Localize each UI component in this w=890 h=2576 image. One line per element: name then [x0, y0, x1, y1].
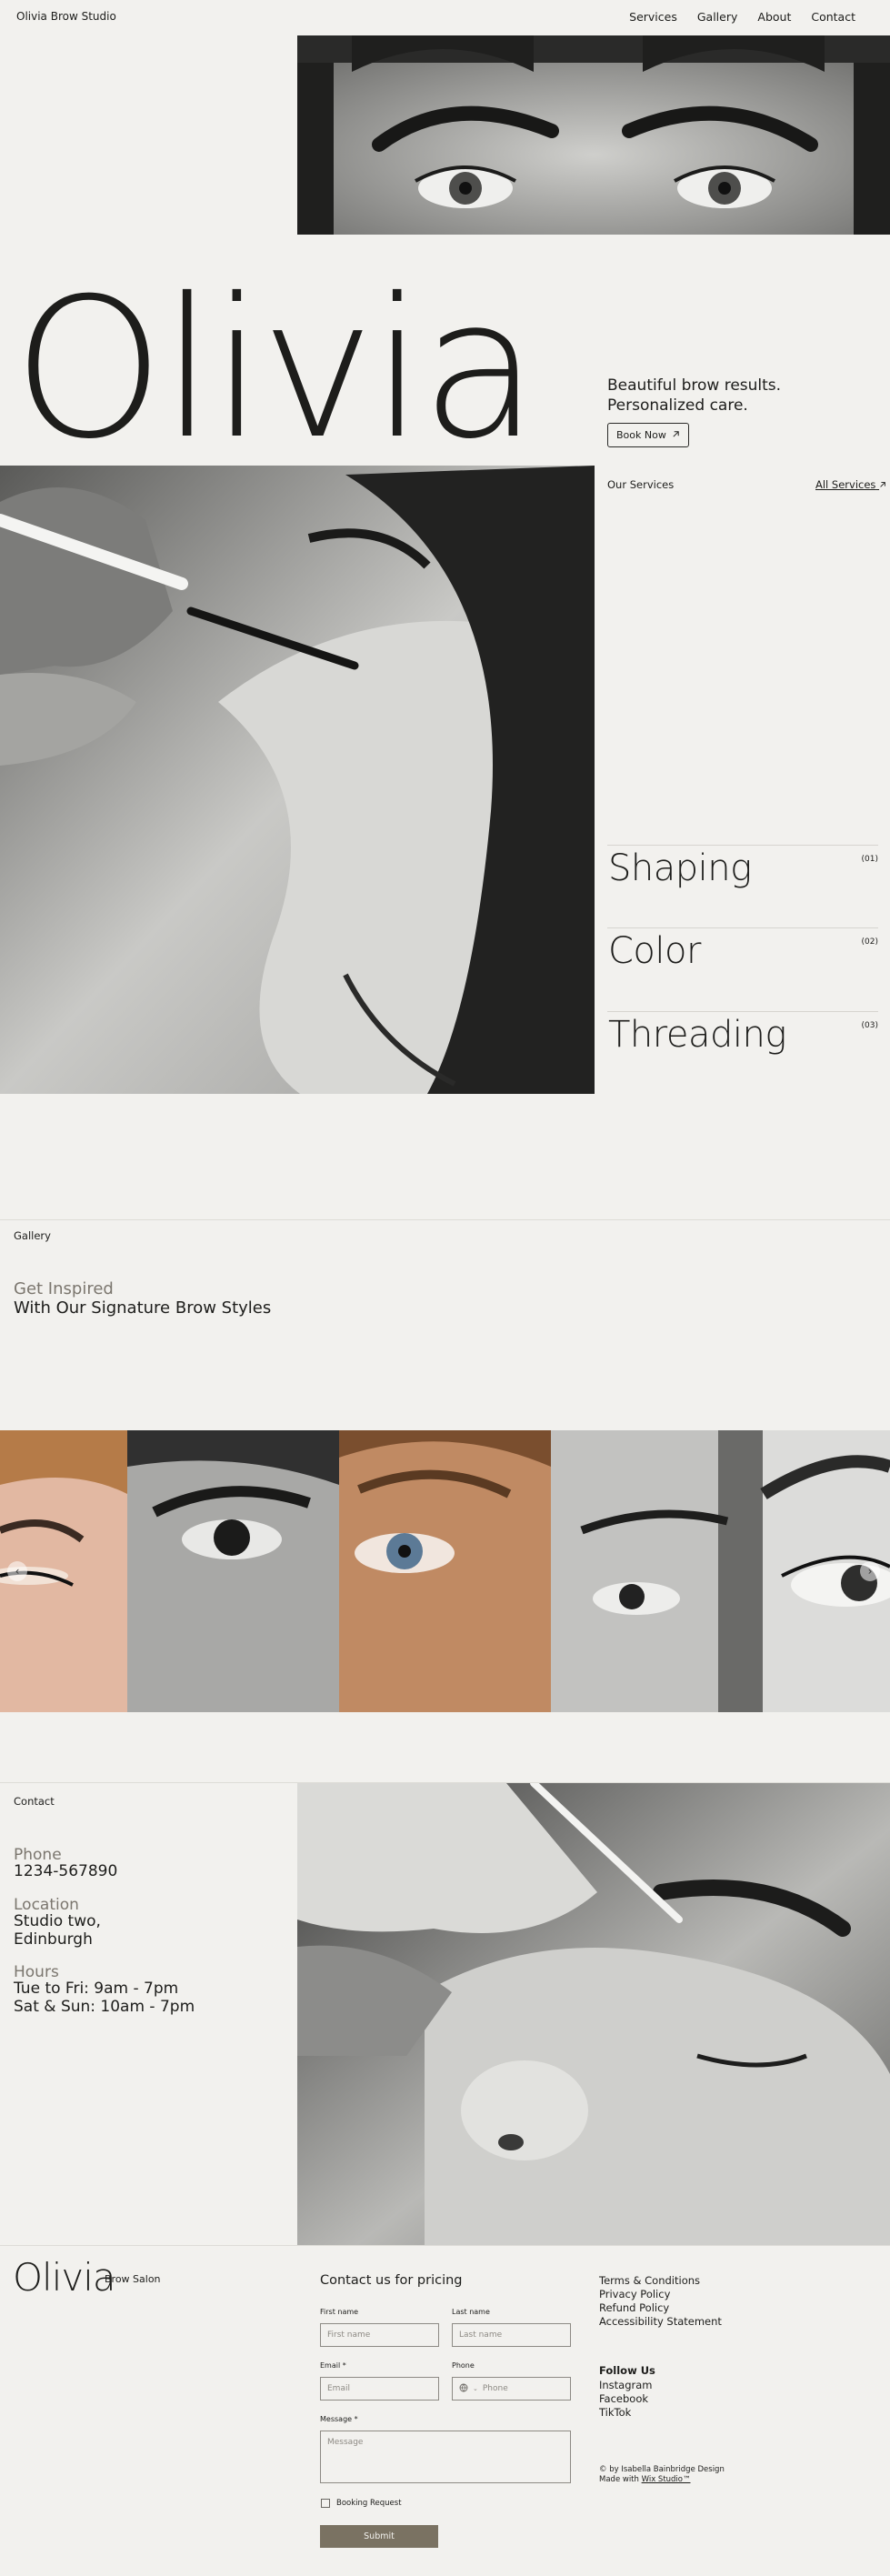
last-name-field[interactable]: Last name [452, 2323, 571, 2347]
tagline-line-1: Beautiful brow results. [607, 376, 782, 395]
service-name: Color [608, 930, 701, 972]
phone-value[interactable]: 1234-567890 [14, 1862, 117, 1881]
service-number: (01) [861, 855, 878, 864]
service-number: (03) [861, 1021, 878, 1030]
message-field[interactable]: Message [320, 2431, 571, 2483]
wix-studio-link[interactable]: Wix Studio™ [642, 2475, 691, 2484]
gallery-heading-muted: Get Inspired [14, 1279, 114, 1298]
contact-form-title: Contact us for pricing [320, 2273, 463, 2288]
hours-label: Hours [14, 1963, 59, 1981]
book-now-button[interactable]: Book Now [607, 423, 689, 447]
brand-name[interactable]: Olivia Brow Studio [16, 10, 116, 23]
gallery-images [0, 1430, 890, 1712]
credit-line: © by Isabella Bainbridge Design [599, 2465, 725, 2474]
arrow-up-right-icon [672, 429, 680, 441]
first-name-field[interactable]: First name [320, 2323, 439, 2347]
chevron-right-icon: › [867, 1565, 873, 1578]
section-divider [0, 1219, 890, 1220]
gallery-next-button[interactable]: › [860, 1561, 880, 1581]
booking-request-label: Booking Request [336, 2499, 402, 2508]
email-field[interactable]: Email [320, 2377, 439, 2401]
section-divider [0, 2245, 890, 2246]
last-name-label: Last name [452, 2308, 490, 2316]
service-number: (02) [861, 937, 878, 947]
nav-contact[interactable]: Contact [811, 10, 855, 24]
location-line-1: Studio two, [14, 1912, 101, 1930]
gallery-prev-button[interactable]: ‹ [7, 1561, 27, 1581]
chevron-down-icon[interactable]: ⌄ [473, 2385, 478, 2392]
location-label: Location [14, 1896, 79, 1914]
hero-title: Olivia [13, 256, 539, 481]
phone-placeholder: Phone [482, 2384, 508, 2393]
facebook-link[interactable]: Facebook [599, 2392, 653, 2406]
globe-icon[interactable] [459, 2383, 468, 2395]
contact-label: Contact [14, 1795, 55, 1808]
phone-label: Phone [14, 1846, 62, 1864]
hero-tagline: Beautiful brow results. Personalized car… [607, 376, 781, 416]
all-services-link[interactable]: All Services [815, 478, 886, 491]
booking-request-checkbox[interactable] [321, 2499, 330, 2508]
made-with-text: Made with [599, 2475, 639, 2484]
service-item-color[interactable]: Color (02) [607, 927, 878, 1011]
privacy-link[interactable]: Privacy Policy [599, 2288, 722, 2301]
service-item-threading[interactable]: Threading (03) [607, 1011, 878, 1095]
legal-links: Terms & Conditions Privacy Policy Refund… [599, 2274, 722, 2329]
gallery-heading: With Our Signature Brow Styles [14, 1298, 272, 1318]
service-item-shaping[interactable]: Shaping (01) [607, 845, 878, 928]
message-label: Message * [320, 2415, 358, 2423]
service-name: Shaping [608, 847, 752, 889]
hero-eyes-photo [297, 35, 890, 235]
chevron-left-icon: ‹ [15, 1565, 20, 1578]
gallery-strip: ‹ › [0, 1430, 890, 1712]
gallery-label: Gallery [14, 1229, 51, 1242]
tagline-line-2: Personalized care. [607, 396, 748, 415]
footer-logo[interactable]: Olivia [13, 2255, 116, 2300]
treatment-photo [0, 466, 595, 1094]
follow-us-label: Follow Us [599, 2364, 655, 2377]
footer-logo-subtitle: Brow Salon [105, 2273, 161, 2285]
services-label: Our Services [607, 478, 675, 491]
hours-line-1: Tue to Fri: 9am - 7pm [14, 1980, 179, 1998]
submit-button[interactable]: Submit [320, 2525, 438, 2548]
email-label: Email * [320, 2361, 346, 2370]
location-line-2: Edinburgh [14, 1930, 93, 1949]
nav-gallery[interactable]: Gallery [697, 10, 738, 24]
refund-link[interactable]: Refund Policy [599, 2301, 722, 2315]
service-name: Threading [608, 1014, 786, 1056]
terms-link[interactable]: Terms & Conditions [599, 2274, 722, 2288]
phone-field[interactable]: ⌄ Phone [452, 2377, 571, 2401]
nav-about[interactable]: About [757, 10, 791, 24]
instagram-link[interactable]: Instagram [599, 2379, 653, 2392]
first-name-label: First name [320, 2308, 359, 2316]
contact-treatment-photo [297, 1783, 890, 2245]
accessibility-link[interactable]: Accessibility Statement [599, 2315, 722, 2329]
phone-field-label: Phone [452, 2361, 475, 2370]
all-services-label: All Services [815, 478, 876, 491]
nav-services[interactable]: Services [629, 10, 677, 24]
hours-line-2: Sat & Sun: 10am - 7pm [14, 1998, 195, 2016]
arrow-up-right-icon [879, 478, 886, 491]
main-nav: Services Gallery About Contact [629, 10, 855, 24]
made-with-line: Made with Wix Studio™ [599, 2475, 691, 2484]
tiktok-link[interactable]: TikTok [599, 2406, 653, 2420]
social-links: Instagram Facebook TikTok [599, 2379, 653, 2420]
book-now-label: Book Now [616, 429, 666, 441]
